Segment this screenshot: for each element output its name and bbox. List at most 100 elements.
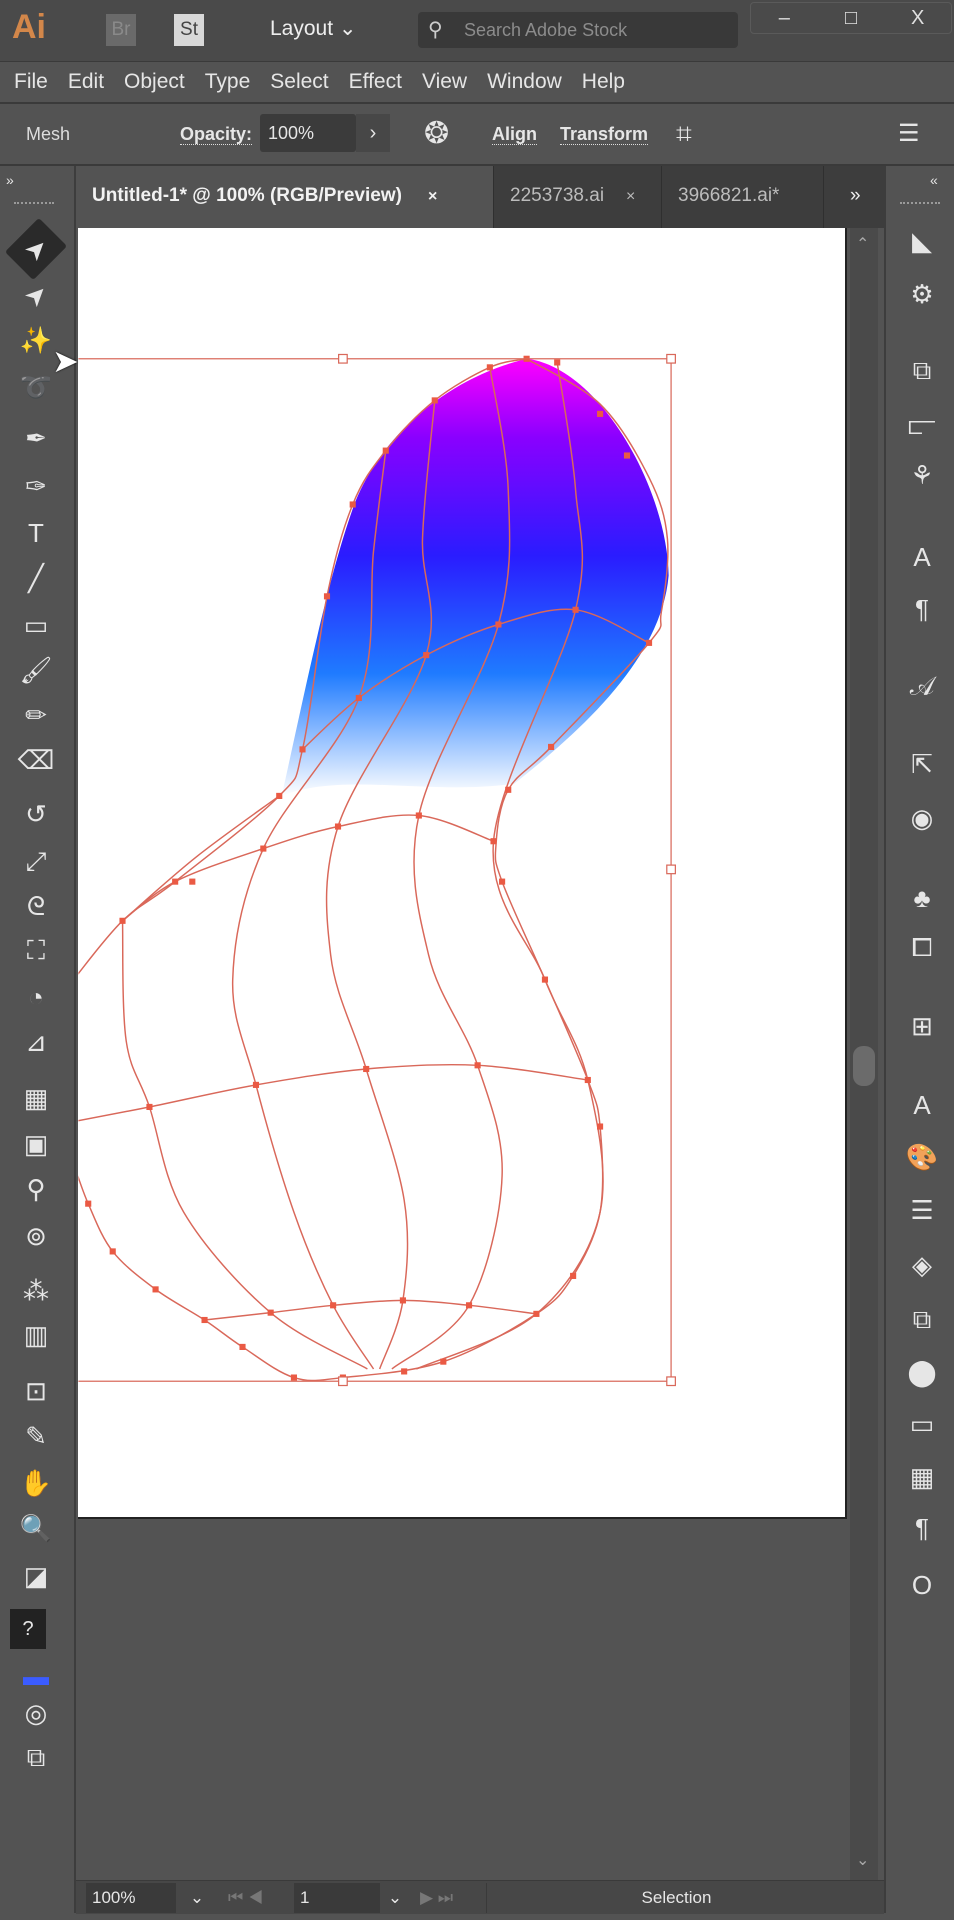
gradient-icon[interactable]: ▭	[900, 1404, 944, 1444]
zoom-dropdown-icon[interactable]: ⌄	[182, 1883, 212, 1913]
symbols-icon[interactable]: ♣	[900, 878, 944, 918]
opacity-label[interactable]: Opacity:	[180, 124, 253, 145]
layers-icon[interactable]: ◈	[900, 1245, 944, 1285]
fill-stroke-swatch[interactable]: ?	[10, 1609, 46, 1649]
pencil-tool[interactable]: ✏	[12, 695, 60, 735]
appearance-icon[interactable]: ⚙	[900, 274, 944, 314]
mesh-tool[interactable]: ▦	[12, 1078, 60, 1118]
gradient-tool[interactable]: ▣	[12, 1124, 60, 1164]
color-guide-icon[interactable]: ◣	[900, 221, 944, 261]
close-button[interactable]: X	[884, 3, 951, 33]
eyedropper-tool[interactable]: ⚲	[12, 1169, 60, 1209]
bridge-button[interactable]: Br	[106, 14, 136, 46]
panel-grip[interactable]	[900, 202, 940, 207]
minimize-button[interactable]: –	[751, 3, 818, 33]
color-icon[interactable]: ⬤	[900, 1352, 944, 1392]
current-tool-status[interactable]: Selection	[486, 1883, 866, 1913]
close-tab-icon[interactable]: ×	[626, 188, 635, 205]
character-icon[interactable]: A	[900, 1085, 944, 1125]
free-transform-tool[interactable]: ⛶	[12, 930, 60, 970]
artboard-tool[interactable]: ⊡	[12, 1371, 60, 1411]
paragraph-styles-icon[interactable]: ¶	[900, 589, 944, 629]
paintbrush-tool[interactable]: 🖌	[12, 650, 60, 690]
column-graph-tool[interactable]: ▥	[12, 1315, 60, 1355]
character-styles-icon[interactable]: A	[900, 537, 944, 577]
paragraph-icon[interactable]: ¶	[900, 1508, 944, 1548]
blend-tool[interactable]: ⊚	[12, 1216, 60, 1256]
tab-3966821[interactable]: 3966821.ai*	[662, 166, 824, 228]
opacity-arrow-button[interactable]: ›	[356, 114, 390, 152]
line-tool[interactable]: ╱	[12, 558, 60, 598]
expand-panels-icon[interactable]: «	[930, 172, 938, 188]
screen-mode[interactable]: ⧉	[12, 1737, 60, 1777]
artboards-icon[interactable]: ⧠	[900, 927, 944, 967]
scroll-down-icon[interactable]: ⌄	[856, 1850, 869, 1870]
menu-select[interactable]: Select	[256, 62, 328, 102]
scroll-up-icon[interactable]: ⌃	[856, 234, 869, 254]
warp-tool[interactable]: ᘓ	[12, 886, 60, 926]
panels-dock: « ◣ ⚙ ⧉ ⫍ ⚘ A ¶ 𝒜 ⇱ ◉ ♣ ⧠ ⊞ A 🎨 ☰ ◈ ⧉ ⬤ ▭ ▦ ¶ O	[884, 166, 954, 1913]
tab-untitled-1[interactable]: Untitled-1* @ 100% (RGB/Preview) ×	[76, 166, 494, 228]
shape-builder-tool[interactable]: ◔	[12, 977, 60, 1017]
transparency-icon[interactable]: ◉	[900, 798, 944, 838]
scale-tool[interactable]: ⤢	[12, 841, 60, 881]
glyphs-icon[interactable]: 𝒜	[900, 666, 944, 706]
stroke-icon[interactable]: ☰	[900, 1190, 944, 1230]
tab-2253738[interactable]: 2253738.ai ×	[494, 166, 662, 228]
maximize-button[interactable]: □	[818, 3, 885, 33]
first-artboard-icon[interactable]: ⏮ ◀	[228, 1883, 263, 1913]
perspective-grid-tool[interactable]: ⊿	[12, 1022, 60, 1062]
hand-tool[interactable]: ✋	[12, 1463, 60, 1503]
pathfinder-icon[interactable]: ⧉	[900, 350, 944, 390]
menu-effect[interactable]: Effect	[335, 62, 402, 102]
transform-link[interactable]: Transform	[560, 124, 649, 145]
pen-tool[interactable]: ✒	[12, 418, 60, 458]
draw-modes[interactable]: ◎	[12, 1693, 60, 1733]
artboard-dropdown-icon[interactable]: ⌄	[380, 1883, 410, 1913]
panel-grip[interactable]	[14, 202, 54, 207]
opacity-input[interactable]: 100%	[260, 114, 356, 152]
scrollbar-thumb[interactable]	[853, 1046, 875, 1086]
menu-type[interactable]: Type	[191, 62, 251, 102]
menu-file[interactable]: File	[0, 62, 48, 102]
slice-tool[interactable]: ✎	[12, 1416, 60, 1456]
tools-panel: » ➤ ➤ ✨ ➰ ✒ ✑ T ╱ ▭ 🖌 ✏ ⌫ ↺ ⤢ ᘓ ⛶ ◔ ⊿ ▦ ▣ ⚲ ⊚ ⁂ ▥ ⊡ ✎ ✋ 🔍 ◪? ▬ ◎ ⧉	[0, 166, 76, 1913]
zoom-tool[interactable]: 🔍	[12, 1508, 60, 1548]
export-icon[interactable]: ⇱	[900, 744, 944, 784]
isolate-icon[interactable]: ⌗	[676, 104, 692, 164]
transform-panel-icon[interactable]: ⊞	[900, 1006, 944, 1046]
recolor-artwork-icon[interactable]: ❂	[424, 104, 449, 164]
links-icon[interactable]: ⧉	[900, 1299, 944, 1339]
collapse-panel-icon[interactable]: »	[6, 172, 14, 188]
artboard[interactable]	[78, 228, 847, 1519]
workspace-switcher[interactable]: Layout ⌄	[270, 16, 357, 41]
swatches-icon[interactable]: 🎨	[900, 1137, 944, 1177]
zoom-field[interactable]: 100%	[86, 1883, 176, 1913]
menu-edit[interactable]: Edit	[54, 62, 104, 102]
menu-window[interactable]: Window	[473, 62, 562, 102]
artboard-number-field[interactable]: 1	[294, 1883, 380, 1913]
type-tool[interactable]: T	[12, 513, 60, 553]
stock-search-input[interactable]: ⚲ Search Adobe Stock	[418, 12, 738, 48]
panel-menu-icon[interactable]: ☰	[898, 104, 920, 164]
default-fill-stroke[interactable]: ◪	[12, 1556, 60, 1596]
graphic-styles-icon[interactable]: ▦	[900, 1457, 944, 1497]
color-modes[interactable]: ▬	[12, 1656, 60, 1696]
stock-button[interactable]: St	[174, 14, 204, 46]
symbol-sprayer-tool[interactable]: ⁂	[12, 1271, 60, 1311]
opentype-icon[interactable]: O	[900, 1565, 944, 1605]
menu-object[interactable]: Object	[110, 62, 185, 102]
next-artboard-icon[interactable]: ▶ ⏭	[420, 1883, 453, 1913]
curvature-tool[interactable]: ✑	[12, 466, 60, 506]
tabs-overflow-button[interactable]: »	[834, 166, 884, 228]
asset-export-icon[interactable]: ⚘	[900, 455, 944, 495]
align-link[interactable]: Align	[492, 124, 537, 145]
align-panel-icon[interactable]: ⫍	[900, 405, 944, 445]
rotate-tool[interactable]: ↺	[12, 794, 60, 834]
menu-view[interactable]: View	[408, 62, 467, 102]
eraser-tool[interactable]: ⌫	[12, 740, 60, 780]
rectangle-tool[interactable]: ▭	[12, 605, 60, 645]
close-tab-icon[interactable]: ×	[428, 188, 437, 205]
direct-selection-tool[interactable]: ➤	[5, 264, 67, 326]
menu-help[interactable]: Help	[568, 62, 625, 102]
